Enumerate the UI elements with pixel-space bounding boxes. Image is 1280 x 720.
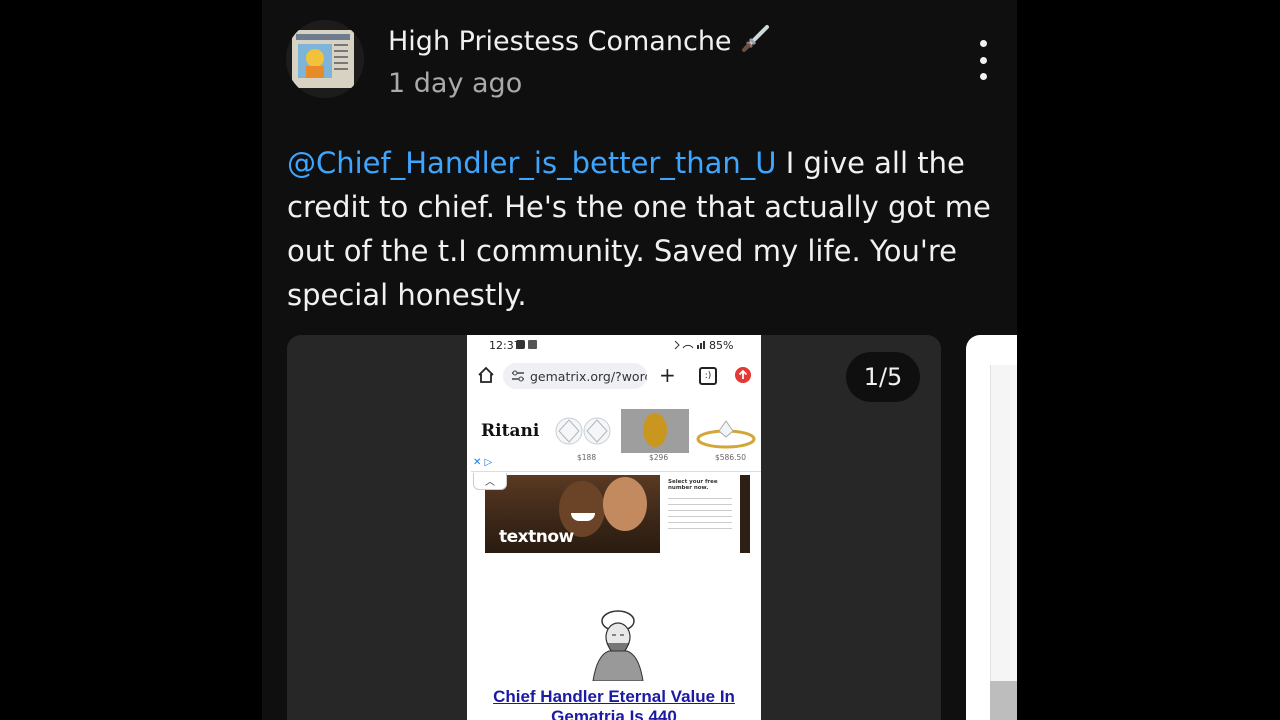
yellow-diamond-image (621, 409, 689, 453)
ad-side-strip (740, 475, 750, 553)
notification-icons (516, 340, 537, 349)
ad-price-2: $296 (649, 453, 669, 462)
battery-level: 85% (709, 339, 734, 352)
url-text: gematrix.org/?word (530, 368, 647, 384)
diamond-earrings-image (555, 417, 611, 445)
textnow-logo: textnow (499, 527, 574, 547)
post-body: @Chief_Handler_is_better_than_U I give a… (287, 141, 992, 317)
ad-photo: textnow (485, 475, 660, 553)
ad-panel-title: Select your free number now. (668, 479, 718, 491)
status-bar: 12:37 85% (467, 335, 761, 357)
next-image-preview[interactable] (966, 335, 1017, 720)
textnow-ad: ︿ textnow Select your free number now. (467, 473, 761, 559)
phone-screenshot: 12:37 85% gematrix.org/?word + :) Ritani (467, 335, 761, 720)
mention-link[interactable]: @Chief_Handler_is_better_than_U (287, 146, 776, 180)
image-carousel-card[interactable]: 12:37 85% gematrix.org/?word + :) Ritani (287, 335, 941, 720)
avatar-image (286, 20, 364, 98)
community-post: High Priestess Comanche 1 day ago @Chief… (262, 0, 1017, 720)
post-timestamp: 1 day ago (388, 68, 523, 99)
tabs-icon: :) (699, 367, 717, 385)
url-bar: gematrix.org/?word (503, 363, 647, 389)
ad-choices-icon: ✕ ▷ (473, 457, 493, 468)
ad-number-panel: Select your free number now. (660, 475, 740, 553)
author-name[interactable]: High Priestess Comanche (388, 20, 774, 61)
carousel-counter: 1/5 (846, 352, 920, 402)
browser-toolbar: gematrix.org/?word + :) (467, 357, 761, 397)
gematria-result-link[interactable]: Chief Handler Eternal Value In Gematria … (467, 687, 761, 720)
ad-price-3: $586.50 (715, 453, 747, 462)
more-options-icon[interactable] (968, 40, 998, 80)
dagger-icon (740, 20, 774, 61)
collapse-chevron-icon: ︿ (473, 473, 507, 490)
author-name-text: High Priestess Comanche (388, 26, 732, 57)
signal-icons (674, 340, 705, 350)
ritani-ad: Ritani $188 $296 $586.50 ✕ ▷ (471, 405, 761, 472)
engraved-portrait-image (592, 610, 644, 681)
avatar[interactable] (286, 20, 364, 98)
new-tab-icon: + (659, 363, 676, 387)
ritani-brand: Ritani (481, 421, 540, 441)
status-right: 85% (673, 339, 753, 354)
home-icon (478, 366, 494, 383)
site-settings-icon (512, 370, 524, 382)
ring-image (696, 420, 756, 449)
ad-price-1: $188 (577, 453, 597, 462)
update-icon (735, 367, 751, 383)
